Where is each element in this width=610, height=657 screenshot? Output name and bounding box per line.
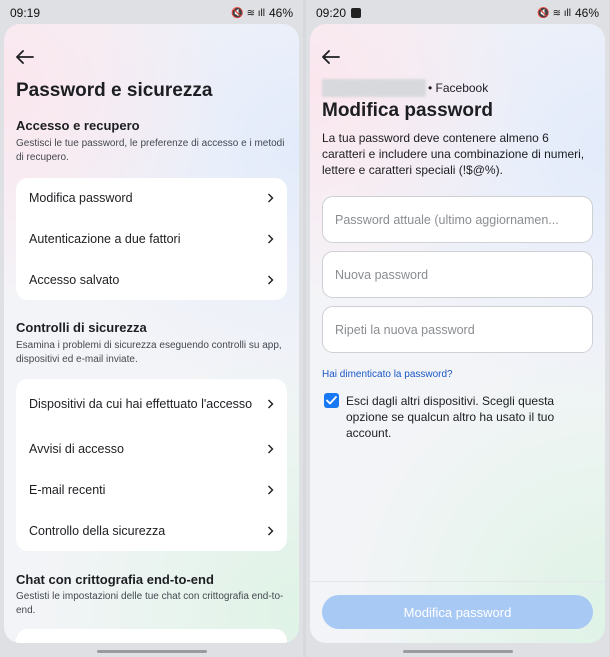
menu-item-label: E-mail recenti: [29, 482, 106, 497]
forgot-password-link[interactable]: Hai dimenticato la password?: [322, 369, 453, 380]
repeat-password-field[interactable]: [322, 306, 593, 353]
back-arrow-icon[interactable]: [322, 50, 340, 64]
section-description-e2e-chats: Gestisti le impostazioni delle tue chat …: [16, 591, 284, 616]
current-password-input[interactable]: [323, 197, 592, 242]
card-security-checks: Dispositivi da cui hai effettuato l'acce…: [16, 379, 287, 551]
menu-item-two-factor[interactable]: Autenticazione a due fattori: [16, 219, 287, 259]
chevron-right-icon: [268, 526, 274, 536]
menu-item-label: Accesso salvato: [29, 272, 120, 287]
status-system-icons: 🔇 ≋ ıll: [537, 7, 571, 19]
status-icons: 🔇 ≋ ıll 46%: [231, 6, 293, 20]
menu-item-recent-emails[interactable]: E-mail recenti: [16, 470, 287, 510]
menu-item-label: Modifica password: [29, 190, 133, 205]
chevron-right-icon: [268, 485, 274, 495]
battery-level: 46%: [268, 6, 293, 20]
logout-other-devices-label: Esci dagli altri dispositivi. Scegli que…: [346, 394, 555, 440]
current-password-field[interactable]: [322, 196, 593, 243]
section-heading-e2e-chats: Chat con crittografia end-to-end: [16, 572, 214, 587]
menu-item-saved-login[interactable]: Accesso salvato: [16, 260, 287, 300]
change-password-sheet: • Facebook Modifica password La tua pass…: [310, 24, 605, 643]
status-time: 09:19: [10, 6, 41, 20]
section-description-security-checks: Esamina i problemi di sicurezza eseguend…: [16, 340, 282, 365]
menu-item-label: Autenticazione a due fattori: [29, 231, 181, 246]
status-bar: 09:20 🔇 ≋ ıll 46%: [306, 0, 609, 26]
menu-item-label: Avvisi di accesso: [29, 441, 124, 456]
footer-divider: [310, 581, 605, 582]
chevron-right-icon: [268, 275, 274, 285]
status-system-icons: 🔇 ≋ ıll: [231, 7, 265, 19]
new-password-input[interactable]: [323, 252, 592, 297]
card-access-recovery: Modifica password Autenticazione a due f…: [16, 178, 287, 300]
menu-item-label: Dispositivi da cui hai effettuato l'acce…: [29, 396, 253, 411]
account-name-redacted: [322, 79, 426, 97]
password-requirements: La tua password deve contenere almeno 6 …: [322, 131, 585, 177]
change-password-button[interactable]: Modifica password: [322, 595, 593, 629]
status-time: 09:20: [316, 6, 347, 20]
chevron-right-icon: [268, 234, 274, 244]
home-indicator[interactable]: [96, 650, 207, 653]
page-title: Modifica password: [322, 100, 494, 121]
phone-screen-security-settings: 09:19 🔇 ≋ ıll 46% Password e sicurezza A…: [0, 0, 303, 657]
repeat-password-input[interactable]: [323, 307, 592, 352]
status-icons: 🔇 ≋ ıll 46%: [537, 6, 599, 20]
account-platform-label: • Facebook: [428, 81, 489, 95]
menu-item-logged-in-devices[interactable]: Dispositivi da cui hai effettuato l'acce…: [16, 379, 287, 429]
phone-screen-change-password: 09:20 🔇 ≋ ıll 46% • Facebook Modifica pa…: [306, 0, 609, 657]
settings-sheet: Password e sicurezza Accesso e recupero …: [4, 24, 299, 643]
logout-other-devices-checkbox[interactable]: [324, 393, 339, 408]
status-bar: 09:19 🔇 ≋ ıll 46%: [0, 0, 303, 26]
menu-item-change-password[interactable]: Modifica password: [16, 178, 287, 218]
new-password-field[interactable]: [322, 251, 593, 298]
checkmark-icon: [326, 396, 337, 405]
page-title: Password e sicurezza: [16, 80, 213, 101]
card-e2e-chats[interactable]: [16, 629, 287, 643]
battery-level: 46%: [574, 6, 599, 20]
menu-item-label: Controllo della sicurezza: [29, 523, 166, 538]
gallery-notification-icon: [351, 8, 362, 18]
section-heading-security-checks: Controlli di sicurezza: [16, 320, 147, 335]
menu-item-login-alerts[interactable]: Avvisi di accesso: [16, 429, 287, 469]
chevron-right-icon: [268, 444, 274, 454]
back-arrow-icon[interactable]: [16, 50, 34, 64]
chevron-right-icon: [268, 399, 274, 409]
home-indicator[interactable]: [402, 650, 513, 653]
section-heading-access: Accesso e recupero: [16, 118, 140, 133]
menu-item-security-checkup[interactable]: Controllo della sicurezza: [16, 511, 287, 551]
chevron-right-icon: [268, 193, 274, 203]
section-description-access: Gestisci le tue password, le preferenze …: [16, 138, 285, 163]
